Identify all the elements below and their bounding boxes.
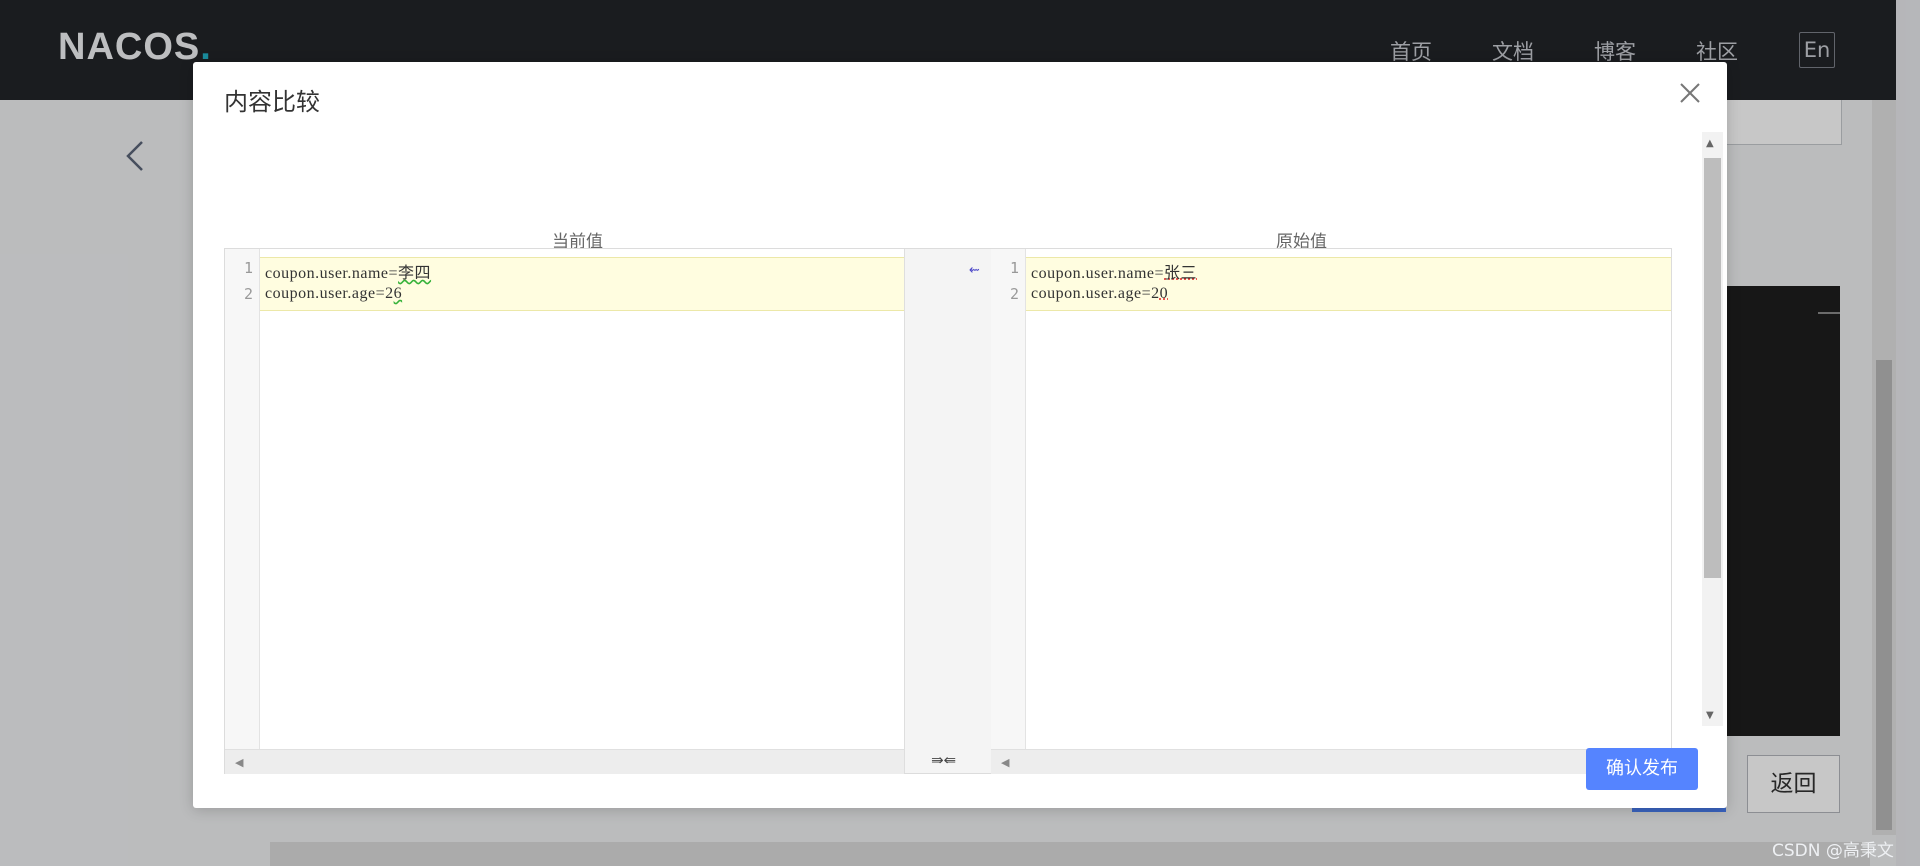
- csdn-watermark: CSDN @高秉文: [1772, 841, 1894, 861]
- code-line: coupon.user.age=20: [1031, 285, 1169, 302]
- merge-gap: ⇜ ⇛⇚: [904, 249, 992, 773]
- line-number-gutter: 1 2: [225, 249, 260, 749]
- scroll-down-arrow-icon[interactable]: ▼: [1706, 710, 1714, 721]
- compare-dialog: 内容比较 当前值 原始值 1 2 coupon.user.name=李四 cou…: [193, 62, 1727, 808]
- merge-all-icon[interactable]: ⇛⇚: [931, 751, 956, 769]
- dialog-title: 内容比较: [224, 88, 320, 116]
- dialog-vertical-scroll-thumb[interactable]: [1704, 158, 1721, 578]
- code-line: coupon.user.name=李四: [265, 265, 432, 282]
- line-number: 1: [1009, 259, 1019, 277]
- current-value-pane[interactable]: 1 2 coupon.user.name=李四 coupon.user.age=…: [225, 249, 904, 774]
- diff-box: 1 2 coupon.user.name=李四 coupon.user.age=…: [224, 248, 1672, 774]
- close-icon[interactable]: [1677, 80, 1703, 106]
- merge-arrow-icon[interactable]: ⇜: [969, 263, 980, 278]
- scroll-left-arrow-icon[interactable]: ◀: [1001, 756, 1009, 769]
- code-area[interactable]: coupon.user.name=张三 coupon.user.age=20: [1026, 249, 1671, 749]
- code-line: coupon.user.age=26: [265, 285, 403, 302]
- scroll-left-arrow-icon[interactable]: ◀: [235, 756, 243, 769]
- scroll-up-arrow-icon[interactable]: ▲: [1706, 138, 1714, 149]
- code-line: coupon.user.name=张三: [1031, 265, 1198, 282]
- original-value-pane[interactable]: 1 2 coupon.user.name=张三 coupon.user.age=…: [991, 249, 1671, 774]
- line-number: 2: [243, 285, 253, 303]
- line-number: 2: [1009, 285, 1019, 303]
- diff-viewer: 当前值 原始值 1 2 coupon.user.name=李四 coupon.u…: [224, 182, 1672, 774]
- left-horizontal-scrollbar[interactable]: ◀: [225, 749, 904, 774]
- line-number: 1: [243, 259, 253, 277]
- confirm-publish-button[interactable]: 确认发布: [1586, 748, 1698, 790]
- right-horizontal-scrollbar[interactable]: ◀: [991, 749, 1671, 774]
- code-area[interactable]: coupon.user.name=李四 coupon.user.age=26: [260, 249, 904, 749]
- line-number-gutter: 1 2: [991, 249, 1026, 749]
